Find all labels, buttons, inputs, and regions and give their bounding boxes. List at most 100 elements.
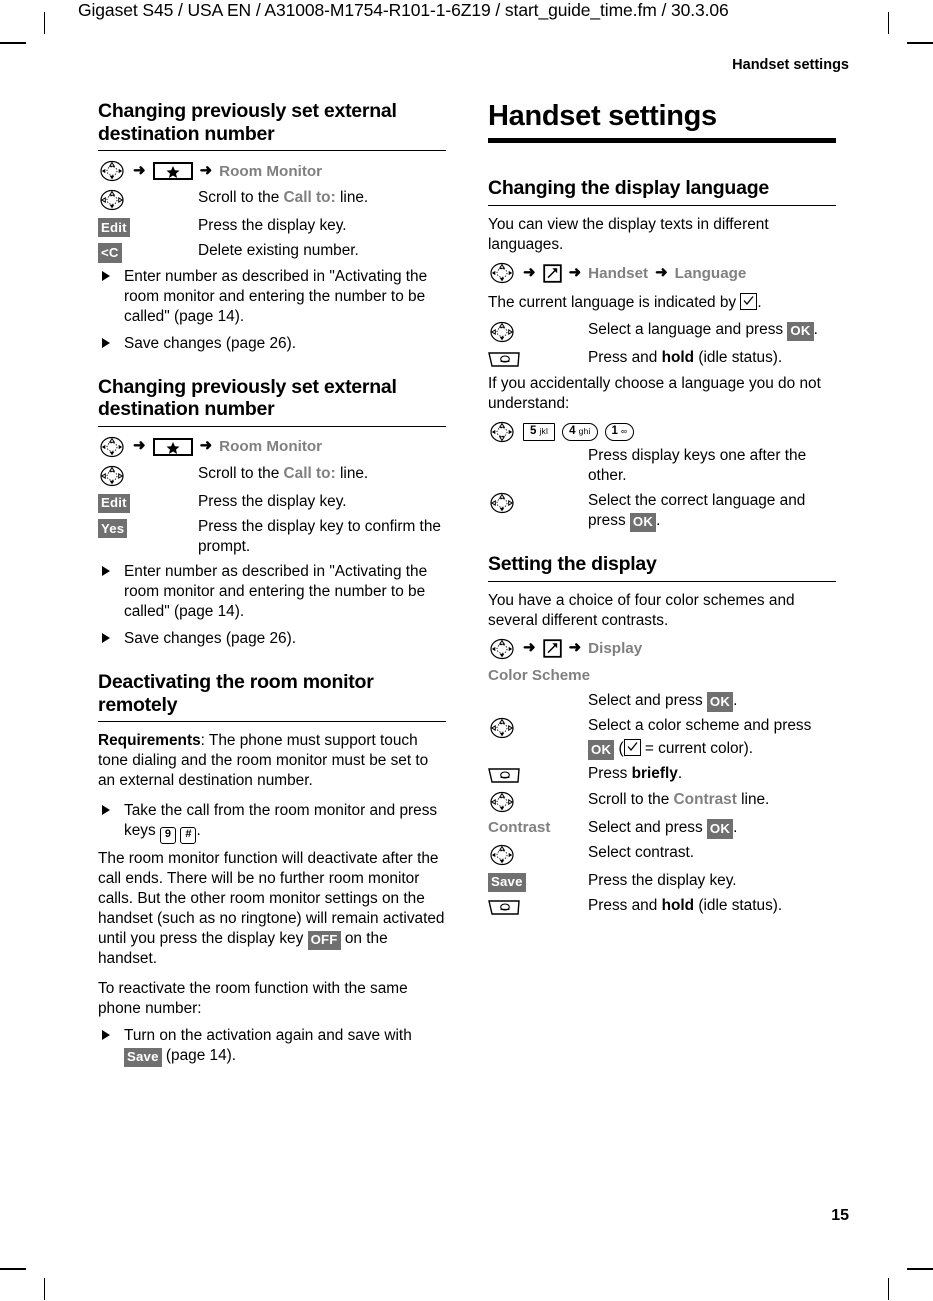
nav-key-icon[interactable]: [488, 791, 516, 813]
arrow-right-icon: ➜: [133, 437, 146, 455]
star-key-icon[interactable]: [152, 162, 193, 181]
display-key-ok[interactable]: OK: [706, 692, 734, 712]
arrow-right-icon-2: ➜: [199, 161, 213, 179]
key-hash[interactable]: #: [180, 827, 197, 845]
left-column: Changing previously set external destina…: [98, 100, 446, 1088]
menu-item-display[interactable]: Display: [588, 640, 642, 657]
display-key-ok[interactable]: OK: [787, 321, 814, 341]
checkmark-box-icon: [623, 738, 641, 756]
display-key-backspace[interactable]: <C: [98, 243, 122, 263]
settings-menu-icon[interactable]: [542, 263, 562, 283]
nav-key-icon[interactable]: [98, 189, 126, 211]
display-key-yes[interactable]: Yes: [98, 519, 128, 539]
text-pre: Scroll to the: [588, 790, 674, 808]
text-pre: Press and: [588, 897, 662, 915]
bullet-enter-number: Enter number as described in "Activating…: [98, 267, 446, 327]
menu-label-cell: Color Scheme: [488, 666, 590, 684]
key-number: 4: [569, 425, 576, 438]
menu-target-room-monitor[interactable]: Room Monitor: [219, 438, 322, 455]
section-rule: [98, 425, 446, 427]
numeric-key-sequence: 5 jkl 4 ghi 1 ∞: [488, 421, 836, 443]
display-key-ok[interactable]: OK: [706, 819, 734, 839]
text-pre: Select a color scheme and press: [588, 716, 812, 734]
nav-key-icon[interactable]: [488, 717, 516, 739]
bullet-save-changes: Save changes (page 26).: [98, 334, 446, 354]
checkmark-box-icon: [740, 293, 758, 311]
nav-key-icon[interactable]: [98, 465, 126, 487]
end-call-key-icon[interactable]: [488, 349, 522, 369]
numeric-key-5[interactable]: 5 jkl: [523, 423, 556, 441]
procedure-row-press-hold-idle: Press and hold (idle status).: [488, 896, 836, 917]
end-call-key-icon[interactable]: [488, 897, 522, 917]
nav-key-icon[interactable]: [488, 638, 516, 660]
display-key-edit[interactable]: Edit: [98, 218, 130, 238]
procedure-row-edit: Edit Press the display key.: [98, 492, 446, 514]
text-post: = current color).: [640, 739, 754, 757]
text-pre: Scroll to the: [198, 464, 284, 482]
text-post: line.: [736, 790, 770, 808]
nav-key-icon[interactable]: [488, 262, 516, 284]
nav-key-icon[interactable]: [488, 492, 516, 514]
procedure-row-select-contrast: Select contrast.: [488, 843, 836, 866]
section-rule: [98, 721, 446, 723]
procedure-list: Scroll to the Call to: line. Edit Press …: [98, 464, 446, 557]
numeric-key-1[interactable]: 1 ∞: [604, 423, 635, 441]
display-key-save[interactable]: Save: [124, 1047, 162, 1068]
end-call-key-icon[interactable]: [488, 765, 522, 785]
bullet-text: Enter number as described in "Activating…: [124, 563, 428, 621]
menu-item-contrast-label[interactable]: Contrast: [488, 819, 550, 836]
menu-item-language[interactable]: Language: [675, 265, 747, 282]
section-rule: [98, 150, 446, 152]
settings-menu-icon[interactable]: [542, 639, 562, 659]
requirements-paragraph: Requirements: The phone must support tou…: [98, 731, 446, 791]
text-post: .: [757, 294, 762, 312]
procedure-row-delete: <C Delete existing number.: [98, 241, 446, 263]
page-number: 15: [831, 1207, 849, 1224]
arrow-right-icon-3: ➜: [655, 263, 668, 281]
section-changing-previously-set-external-destination-number-1: Changing previously set external destina…: [98, 100, 446, 354]
display-key-off[interactable]: OFF: [307, 930, 341, 950]
display-key-edit[interactable]: Edit: [98, 493, 130, 514]
display-key-save[interactable]: Save: [488, 872, 526, 893]
menu-target-room-monitor[interactable]: Room Monitor: [219, 163, 322, 180]
requirements-label: Requirements: [98, 732, 201, 750]
key-letters: ghi: [578, 426, 591, 437]
nav-key-icon[interactable]: [488, 421, 516, 443]
right-column: Handset settings Changing the display la…: [488, 100, 836, 939]
numeric-key-4[interactable]: 4 ghi: [562, 423, 598, 441]
end-key-cell: [488, 764, 588, 785]
bullet-text-post: (page 14).: [161, 1047, 237, 1065]
nav-key-icon[interactable]: [488, 844, 516, 866]
text-post: .: [733, 818, 738, 836]
display-key-ok[interactable]: OK: [629, 512, 657, 532]
procedure-text: Select a language and press OK.: [588, 320, 836, 341]
procedure-text: Delete existing number.: [198, 242, 359, 260]
nav-key-icon[interactable]: [488, 321, 516, 343]
procedure-row-color-scheme-label: Color Scheme: [488, 666, 836, 686]
display-key-ok[interactable]: OK: [588, 740, 615, 760]
procedure-row-select-color-scheme: Select a color scheme and press OK ( = c…: [488, 716, 836, 760]
nav-key-icon[interactable]: [98, 160, 126, 182]
star-key-icon[interactable]: [152, 437, 193, 456]
end-key-cell: [488, 348, 588, 369]
text-post: (idle status).: [694, 349, 783, 367]
arrow-right-icon-2: ➜: [568, 263, 582, 281]
nav-key-cell: [98, 188, 198, 211]
procedure-row-scroll: Scroll to the Call to: line.: [98, 188, 446, 211]
procedure-list: Select a language and press OK. Press an…: [488, 320, 836, 369]
bullet-text: Save changes (page 26).: [124, 630, 296, 648]
menu-item-color-scheme[interactable]: Color Scheme: [488, 667, 590, 684]
procedure-text: Scroll to the Call to: line.: [198, 464, 446, 484]
text-post: line.: [335, 464, 369, 482]
procedure-text: Select and press OK.: [588, 691, 836, 712]
nav-key-icon[interactable]: [98, 436, 126, 458]
triangle-bullet-icon: [102, 805, 110, 816]
section-rule: [488, 205, 836, 207]
menu-path: ➜ ➜ Room Monitor: [98, 160, 446, 182]
arrow-right-icon-2: ➜: [199, 437, 213, 455]
menu-item-handset[interactable]: Handset: [588, 265, 648, 282]
key-9[interactable]: 9: [159, 827, 177, 845]
arrow-right-icon: ➜: [523, 639, 536, 657]
procedure-row-select-correct-language: Select the correct language and press OK…: [488, 491, 836, 532]
nav-key-cell: [98, 464, 198, 487]
